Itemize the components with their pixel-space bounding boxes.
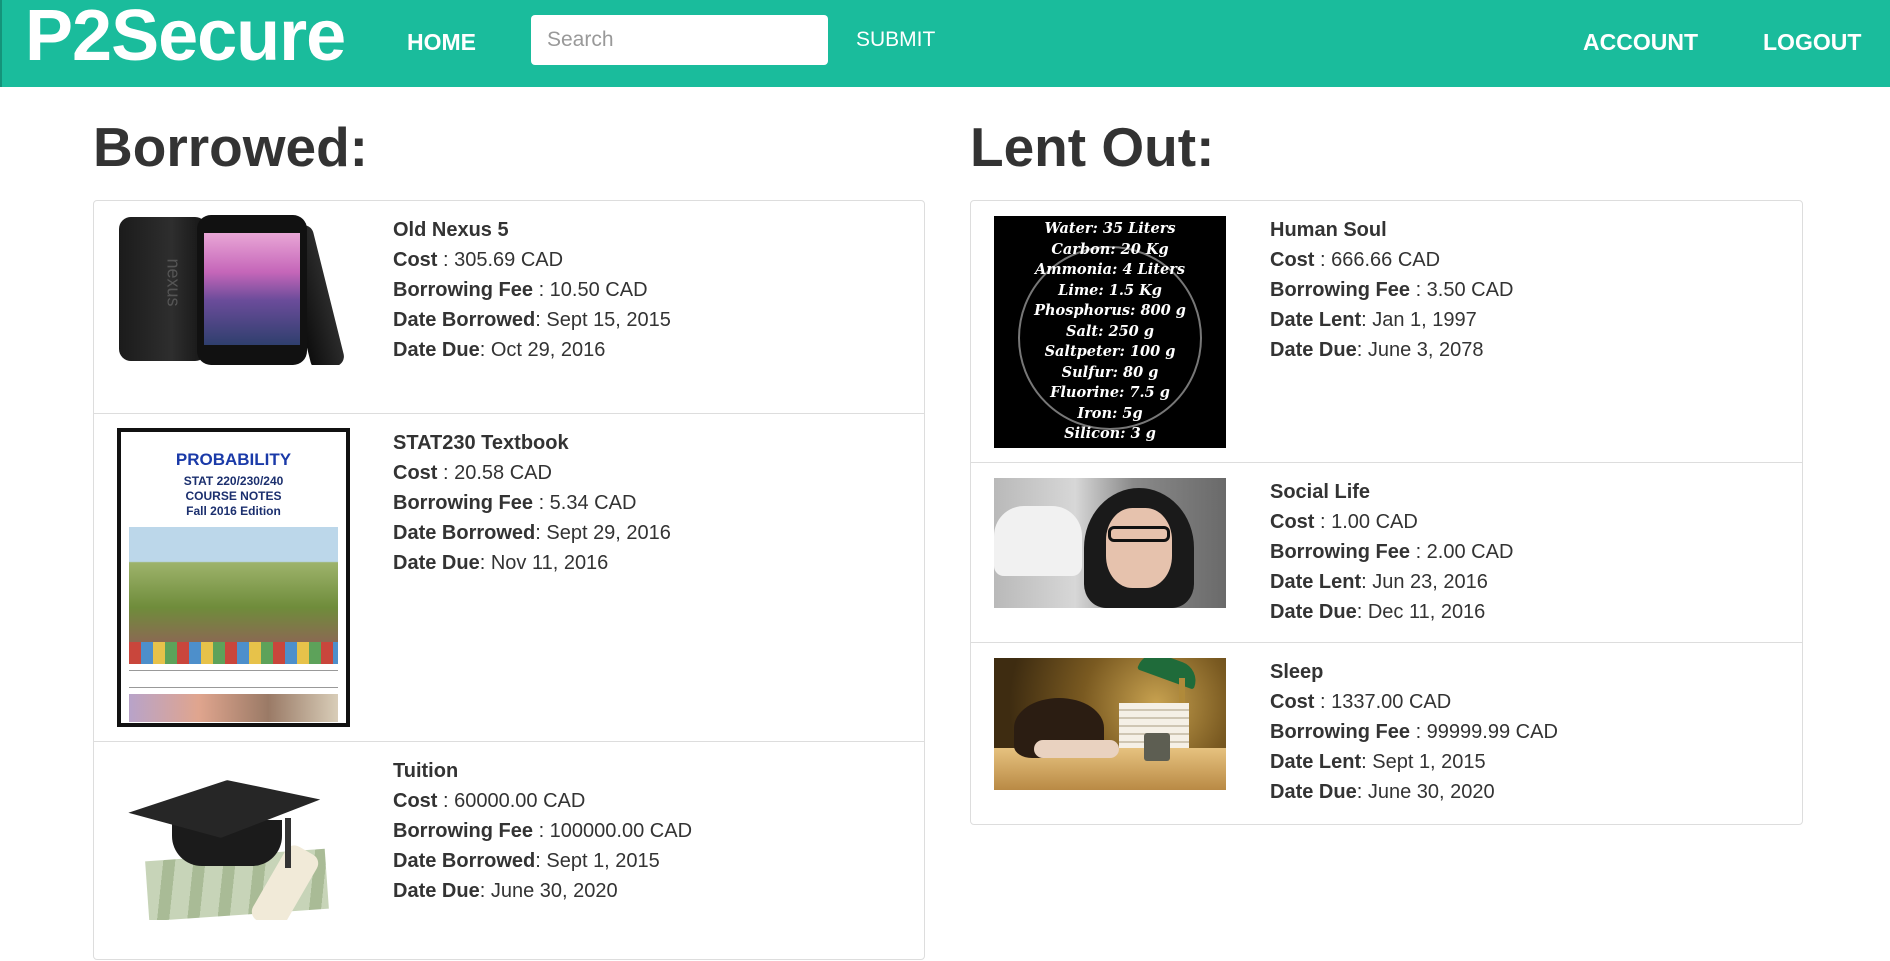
soul-line: Fluorine: 7.5 g <box>1050 384 1170 401</box>
cover-line: Fall 2016 Edition <box>186 504 281 518</box>
list-item[interactable]: Water: 35 Liters Carbon: 20 Kg Ammonia: … <box>971 201 1802 463</box>
navbar: P2Secure HOME SUBMIT ACCOUNT LOGOUT <box>0 0 1890 87</box>
item-name: Old Nexus 5 <box>393 219 509 241</box>
soul-line: Iron: 5g <box>1077 404 1143 422</box>
fee-label: Borrowing Fee <box>1270 541 1411 563</box>
fee-value: : 10.50 CAD <box>533 279 648 301</box>
lent-out-list: Water: 35 Liters Carbon: 20 Kg Ammonia: … <box>970 200 1803 825</box>
item-name: Sleep <box>1270 661 1324 683</box>
soul-line: Silicon: 3 g <box>1064 425 1156 442</box>
search-input[interactable] <box>531 15 828 65</box>
fee-value: : 5.34 CAD <box>533 492 637 514</box>
fee-value: : 100000.00 CAD <box>533 820 693 842</box>
cost-value: : 666.66 CAD <box>1314 249 1441 271</box>
submit-button[interactable]: SUBMIT <box>856 25 935 55</box>
list-item[interactable]: Sleep Cost : 1337.00 CAD Borrowing Fee :… <box>971 643 1802 824</box>
date-value: : Sept 15, 2015 <box>535 309 671 331</box>
date-label: Date Lent <box>1270 309 1362 331</box>
soul-line: Carbon: 20 Kg <box>1051 240 1169 258</box>
fee-label: Borrowing Fee <box>1270 721 1411 743</box>
textbook-cover-image: PROBABILITY STAT 220/230/240 COURSE NOTE… <box>117 428 350 727</box>
cost-label: Cost <box>1270 691 1315 713</box>
graduation-cap-image <box>117 760 347 920</box>
due-label: Date Due <box>1270 601 1357 623</box>
soul-line: Saltpeter: 100 g <box>1044 343 1176 360</box>
item-name: STAT230 Textbook <box>393 432 569 454</box>
cost-value: : 305.69 CAD <box>437 249 564 271</box>
due-label: Date Due <box>1270 781 1357 803</box>
lent-out-heading: Lent Out: <box>970 116 1215 178</box>
due-label: Date Due <box>1270 339 1357 361</box>
sleeping-at-desk-photo <box>994 658 1226 790</box>
due-label: Date Due <box>393 339 480 361</box>
date-label: Date Borrowed <box>393 309 536 331</box>
soul-line: Ammonia: 4 Liters <box>1034 261 1186 278</box>
due-value: : June 30, 2020 <box>479 880 618 902</box>
soul-line: Lime: 1.5 Kg <box>1058 281 1162 299</box>
due-value: : Dec 11, 2016 <box>1356 601 1486 623</box>
list-item[interactable]: Social Life Cost : 1.00 CAD Borrowing Fe… <box>971 463 1802 643</box>
brand-logo[interactable]: P2Secure <box>25 0 346 74</box>
soul-line: Salt: 250 g <box>1066 322 1154 340</box>
cover-line: STAT 220/230/240 <box>183 474 284 488</box>
date-value: : Sept 29, 2016 <box>535 522 671 544</box>
soul-ingredients-image: Water: 35 Liters Carbon: 20 Kg Ammonia: … <box>994 216 1226 448</box>
cost-label: Cost <box>1270 511 1315 533</box>
cost-label: Cost <box>393 790 438 812</box>
borrowed-heading: Borrowed: <box>93 116 368 178</box>
fee-label: Borrowing Fee <box>1270 279 1411 301</box>
date-label: Date Borrowed <box>393 850 536 872</box>
date-value: : Sept 1, 2015 <box>1361 751 1486 773</box>
cost-label: Cost <box>1270 249 1315 271</box>
nav-account-link[interactable]: ACCOUNT <box>1583 28 1698 56</box>
cover-line: COURSE NOTES <box>185 489 282 503</box>
cost-value: : 1.00 CAD <box>1314 511 1418 533</box>
cost-label: Cost <box>393 249 438 271</box>
nav-logout-link[interactable]: LOGOUT <box>1763 28 1861 56</box>
fee-label: Borrowing Fee <box>393 820 534 842</box>
due-value: : Nov 11, 2016 <box>479 552 609 574</box>
cost-value: : 20.58 CAD <box>437 462 552 484</box>
cost-value: : 1337.00 CAD <box>1314 691 1452 713</box>
item-name: Social Life <box>1270 481 1371 503</box>
soul-line: Sulfur: 80 g <box>1061 363 1159 381</box>
cost-label: Cost <box>393 462 438 484</box>
cost-value: : 60000.00 CAD <box>437 790 586 812</box>
phone-image: nexus <box>117 215 347 365</box>
list-item[interactable]: Tuition Cost : 60000.00 CAD Borrowing Fe… <box>94 742 924 961</box>
item-name: Tuition <box>393 760 459 782</box>
list-item[interactable]: PROBABILITY STAT 220/230/240 COURSE NOTE… <box>94 414 924 742</box>
fee-value: : 99999.99 CAD <box>1410 721 1558 743</box>
due-value: : June 30, 2020 <box>1356 781 1495 803</box>
date-label: Date Borrowed <box>393 522 536 544</box>
soul-line: Water: 35 Liters <box>1044 220 1176 237</box>
list-item[interactable]: nexus Old Nexus 5 Cost : 305.69 CAD Borr… <box>94 201 924 414</box>
date-label: Date Lent <box>1270 571 1362 593</box>
item-name: Human Soul <box>1270 219 1387 241</box>
fee-value: : 3.50 CAD <box>1410 279 1514 301</box>
soul-line: Phosphorus: 800 g <box>1034 302 1186 319</box>
due-label: Date Due <box>393 552 480 574</box>
fee-label: Borrowing Fee <box>393 492 534 514</box>
date-label: Date Lent <box>1270 751 1362 773</box>
due-value: : Oct 29, 2016 <box>479 339 606 361</box>
due-label: Date Due <box>393 880 480 902</box>
fee-value: : 2.00 CAD <box>1410 541 1514 563</box>
date-value: : Jun 23, 2016 <box>1361 571 1488 593</box>
date-value: : Jan 1, 1997 <box>1361 309 1477 331</box>
date-value: : Sept 1, 2015 <box>535 850 660 872</box>
nav-home-link[interactable]: HOME <box>407 28 476 56</box>
hooded-person-photo <box>994 478 1226 608</box>
due-value: : June 3, 2078 <box>1356 339 1484 361</box>
cover-title: PROBABILITY <box>175 450 292 469</box>
borrowed-list: nexus Old Nexus 5 Cost : 305.69 CAD Borr… <box>93 200 925 960</box>
fee-label: Borrowing Fee <box>393 279 534 301</box>
